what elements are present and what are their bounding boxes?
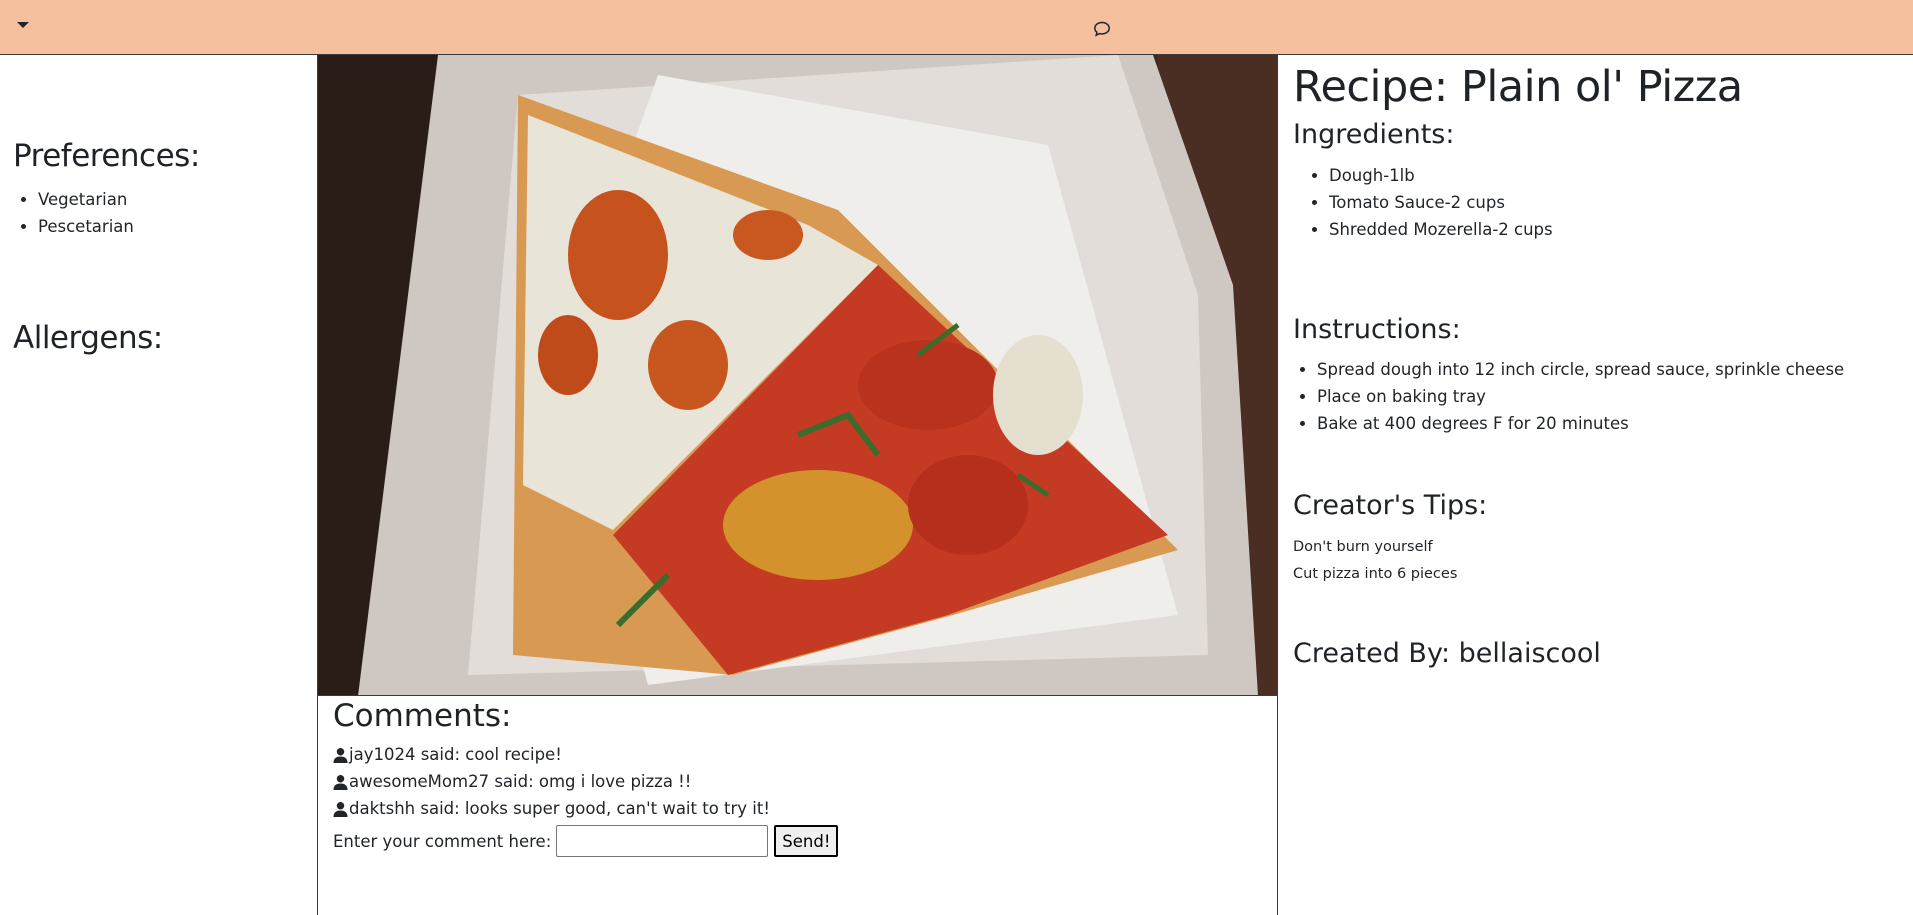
creator-tips: Don't burn yourself Cut pizza into 6 pie… — [1293, 534, 1457, 588]
instructions-list: Spread dough into 12 inch circle, spread… — [1317, 356, 1844, 437]
center-column: Comments: jay1024 said: cool recipe! awe… — [317, 55, 1278, 915]
user-icon — [333, 774, 348, 790]
comment-text: daktshh said: looks super good, can't wa… — [349, 799, 770, 818]
ingredient-item: Tomato Sauce-2 cups — [1329, 189, 1553, 216]
comment-prompt-label: Enter your comment here: — [333, 831, 552, 851]
chat-bubble-icon[interactable] — [1093, 20, 1111, 38]
top-navbar — [0, 0, 1913, 55]
comment-text: jay1024 said: cool recipe! — [349, 745, 562, 764]
preferences-list: Vegetarian Pescetarian — [38, 186, 134, 240]
left-sidebar: Preferences: Vegetarian Pescetarian Alle… — [0, 55, 318, 915]
preference-item: Vegetarian — [38, 186, 134, 213]
comment-text: awesomeMom27 said: omg i love pizza !! — [349, 772, 692, 791]
preference-item: Pescetarian — [38, 213, 134, 240]
ingredient-item: Shredded Mozerella-2 cups — [1329, 216, 1553, 243]
comments-heading: Comments: — [333, 698, 512, 734]
send-button[interactable]: Send! — [774, 825, 839, 857]
ingredients-list: Dough-1lb Tomato Sauce-2 cups Shredded M… — [1329, 162, 1553, 243]
preferences-heading: Preferences: — [13, 138, 200, 174]
caret-down-icon[interactable] — [17, 22, 29, 28]
comment-item: awesomeMom27 said: omg i love pizza !! — [333, 771, 691, 793]
creator-tips-heading: Creator's Tips: — [1293, 490, 1488, 521]
comment-form: Enter your comment here: Send! — [333, 825, 839, 857]
recipe-title: Recipe: Plain ol' Pizza — [1293, 62, 1743, 112]
user-icon — [333, 747, 348, 763]
instruction-item: Bake at 400 degrees F for 20 minutes — [1317, 410, 1844, 437]
comment-item: jay1024 said: cool recipe! — [333, 744, 562, 766]
allergens-heading: Allergens: — [13, 320, 163, 356]
pizza-photo — [318, 55, 1277, 696]
created-by: Created By: bellaiscool — [1293, 638, 1601, 669]
ingredient-item: Dough-1lb — [1329, 162, 1553, 189]
tip-item: Don't burn yourself — [1293, 539, 1433, 555]
instructions-heading: Instructions: — [1293, 314, 1461, 345]
comment-item: daktshh said: looks super good, can't wa… — [333, 798, 770, 820]
user-icon — [333, 801, 348, 817]
recipe-panel: Recipe: Plain ol' Pizza Ingredients: Dou… — [1279, 55, 1913, 915]
ingredients-heading: Ingredients: — [1293, 119, 1455, 150]
instruction-item: Place on baking tray — [1317, 383, 1844, 410]
comment-input[interactable] — [556, 825, 769, 857]
instruction-item: Spread dough into 12 inch circle, spread… — [1317, 356, 1844, 383]
tip-item: Cut pizza into 6 pieces — [1293, 566, 1458, 582]
